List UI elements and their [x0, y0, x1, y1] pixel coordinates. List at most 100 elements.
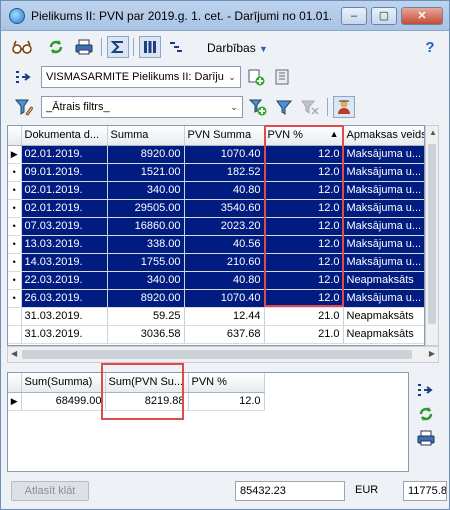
date-cell: 14.03.2019.: [21, 253, 108, 272]
add-report-icon[interactable]: [245, 66, 267, 88]
summary-grid[interactable]: Sum(Summa) Sum(PVN Su... PVN % ▶ 68499.0…: [7, 372, 409, 472]
row-indicator: •: [8, 289, 22, 308]
summa-cell: 8920.00: [107, 145, 185, 164]
summary-indicator-header: [8, 373, 22, 393]
columns-icon[interactable]: [139, 36, 161, 58]
add-filter-icon[interactable]: [247, 96, 269, 118]
summa-cell: 338.00: [107, 235, 185, 254]
date-cell: 31.03.2019.: [21, 307, 108, 326]
summa-cell: 59.25: [107, 307, 185, 326]
filter-edit-icon[interactable]: [13, 96, 35, 118]
chevron-down-icon[interactable]: ⌄: [226, 97, 242, 117]
table-row[interactable]: ▶ 02.01.2019. 8920.00 1070.40 12.0 Maksājuma …: [8, 145, 424, 164]
darbibas-menu[interactable]: Darbības ▼: [207, 41, 268, 55]
help-icon[interactable]: ?: [419, 36, 441, 58]
pvn-summa-cell: 1070.40: [184, 289, 265, 308]
apmaksas-veids-cell: Maksājuma u...: [343, 289, 424, 308]
summa-cell: 16860.00: [107, 217, 185, 236]
scroll-left-icon[interactable]: ◀: [11, 349, 17, 358]
row-indicator: •: [8, 163, 22, 182]
restore-button[interactable]: ▢: [371, 7, 397, 25]
export-icon[interactable]: [414, 379, 438, 401]
pvn-summa-cell: 40.80: [184, 181, 265, 200]
minimize-button[interactable]: –: [341, 7, 367, 25]
select-more-button[interactable]: Atlasīt klāt: [11, 481, 89, 501]
report-list-icon[interactable]: [271, 66, 293, 88]
refresh-summary-icon[interactable]: [414, 403, 438, 425]
report-combo[interactable]: VISMASARMITE Pielikums II: Darījumi ⌄: [41, 66, 241, 88]
summa-cell: 3036.58: [107, 325, 185, 344]
column-header-pvn-summa[interactable]: PVN Summa: [184, 126, 265, 146]
vertical-scroll-thumb[interactable]: [428, 144, 436, 324]
header-row: Dokumenta d... Summa PVN Summa PVN % ▲ Ap…: [8, 126, 424, 146]
pvn-percent-cell: 21.0: [264, 325, 344, 344]
transactions-grid[interactable]: Dokumenta d... Summa PVN Summa PVN % ▲ Ap…: [7, 125, 425, 346]
summary-header-pct[interactable]: PVN %: [188, 373, 265, 393]
app-icon: [9, 8, 25, 24]
date-cell: 02.01.2019.: [21, 199, 108, 218]
sum-icon[interactable]: [107, 36, 129, 58]
pvn-summa-cell: 2023.20: [184, 217, 265, 236]
print-summary-icon[interactable]: [414, 427, 438, 449]
quick-filter-combo[interactable]: _Ātrais filtrs_ ⌄: [41, 96, 243, 118]
sum-pvn-highlight: [101, 363, 184, 420]
tree-icon[interactable]: [165, 36, 187, 58]
table-row[interactable]: 31.03.2019. 59.25 12.44 21.0 Neapmaksāts: [8, 307, 424, 326]
chevron-down-icon[interactable]: ⌄: [224, 67, 240, 87]
summary-summa-cell: 68499.00: [21, 392, 106, 411]
horizontal-scrollbar[interactable]: ◀ ▶: [7, 346, 439, 363]
table-row[interactable]: • 26.03.2019. 8920.00 1070.40 12.0 Maksājuma …: [8, 289, 424, 308]
report-window: Pielikums II: PVN par 2019.g. 1. cet. - …: [0, 0, 450, 510]
table-row[interactable]: • 07.03.2019. 16860.00 2023.20 12.0 Maksājuma…: [8, 217, 424, 236]
table-row[interactable]: • 09.01.2019. 1521.00 182.52 12.0 Maksājuma u…: [8, 163, 424, 182]
date-cell: 31.03.2019.: [21, 325, 108, 344]
table-row[interactable]: • 22.03.2019. 340.00 40.80 12.0 Neapmaksāts: [8, 271, 424, 290]
table-row[interactable]: • 14.03.2019. 1755.00 210.60 12.0 Maksājuma u…: [8, 253, 424, 272]
quick-filter-value: _Ātrais filtrs_: [46, 101, 110, 113]
transactions-table: Dokumenta d... Summa PVN Summa PVN % ▲ Ap…: [8, 126, 424, 344]
glasses-icon[interactable]: [11, 36, 33, 58]
summa-cell: 29505.00: [107, 199, 185, 218]
table-row[interactable]: • 02.01.2019. 340.00 40.80 12.0 Maksājuma u..…: [8, 181, 424, 200]
apmaksas-veids-cell: Neapmaksāts: [343, 325, 424, 344]
summa-cell: 1521.00: [107, 163, 185, 182]
column-header-apmaksas-veids[interactable]: Apmaksas veids: [343, 126, 424, 146]
date-cell: 09.01.2019.: [21, 163, 108, 182]
table-row[interactable]: • 13.03.2019. 338.00 40.56 12.0 Maksājuma u..…: [8, 235, 424, 254]
refresh-icon[interactable]: [45, 36, 67, 58]
toolbar-separator: [327, 98, 328, 116]
date-cell: 13.03.2019.: [21, 235, 108, 254]
apmaksas-veids-cell: Neapmaksāts: [343, 307, 424, 326]
row-indicator: •: [8, 199, 22, 218]
table-row[interactable]: 31.03.2019. 3036.58 637.68 21.0 Neapmaksāts: [8, 325, 424, 344]
toolbar-separator: [101, 38, 102, 56]
column-header-date[interactable]: Dokumenta d...: [21, 126, 108, 146]
row-indicator: •: [8, 271, 22, 290]
row-indicator: •: [8, 253, 22, 272]
chevron-down-icon: ▼: [259, 44, 268, 54]
close-button[interactable]: ✕: [401, 7, 443, 25]
user-filter-icon[interactable]: [333, 96, 355, 118]
filter-icon[interactable]: [273, 96, 295, 118]
apmaksas-veids-cell: Maksājuma u...: [343, 181, 424, 200]
darbibas-label: Darbības: [207, 41, 256, 55]
scroll-up-icon[interactable]: ▲: [429, 128, 437, 137]
report-combo-value: VISMASARMITE Pielikums II: Darījumi: [46, 71, 236, 83]
horizontal-scroll-thumb[interactable]: [22, 350, 412, 359]
summa-cell: 340.00: [107, 181, 185, 200]
row-indicator-header: [8, 126, 22, 146]
date-cell: 07.03.2019.: [21, 217, 108, 236]
summary-header-summa[interactable]: Sum(Summa): [21, 373, 106, 393]
date-cell: 02.01.2019.: [21, 181, 108, 200]
pvn-summa-cell: 637.68: [184, 325, 265, 344]
status-amount: 11775.8: [403, 481, 447, 501]
scroll-right-icon[interactable]: ▶: [429, 349, 435, 358]
table-row[interactable]: • 02.01.2019. 29505.00 3540.60 12.0 Maksājuma…: [8, 199, 424, 218]
clear-filter-icon[interactable]: [299, 96, 321, 118]
column-header-summa[interactable]: Summa: [107, 126, 185, 146]
pvn-summa-cell: 1070.40: [184, 145, 265, 164]
vertical-scrollbar[interactable]: ▲: [425, 125, 439, 346]
report-arrow-icon[interactable]: [13, 66, 35, 88]
print-icon[interactable]: [73, 36, 95, 58]
pvn-summa-cell: 40.80: [184, 271, 265, 290]
